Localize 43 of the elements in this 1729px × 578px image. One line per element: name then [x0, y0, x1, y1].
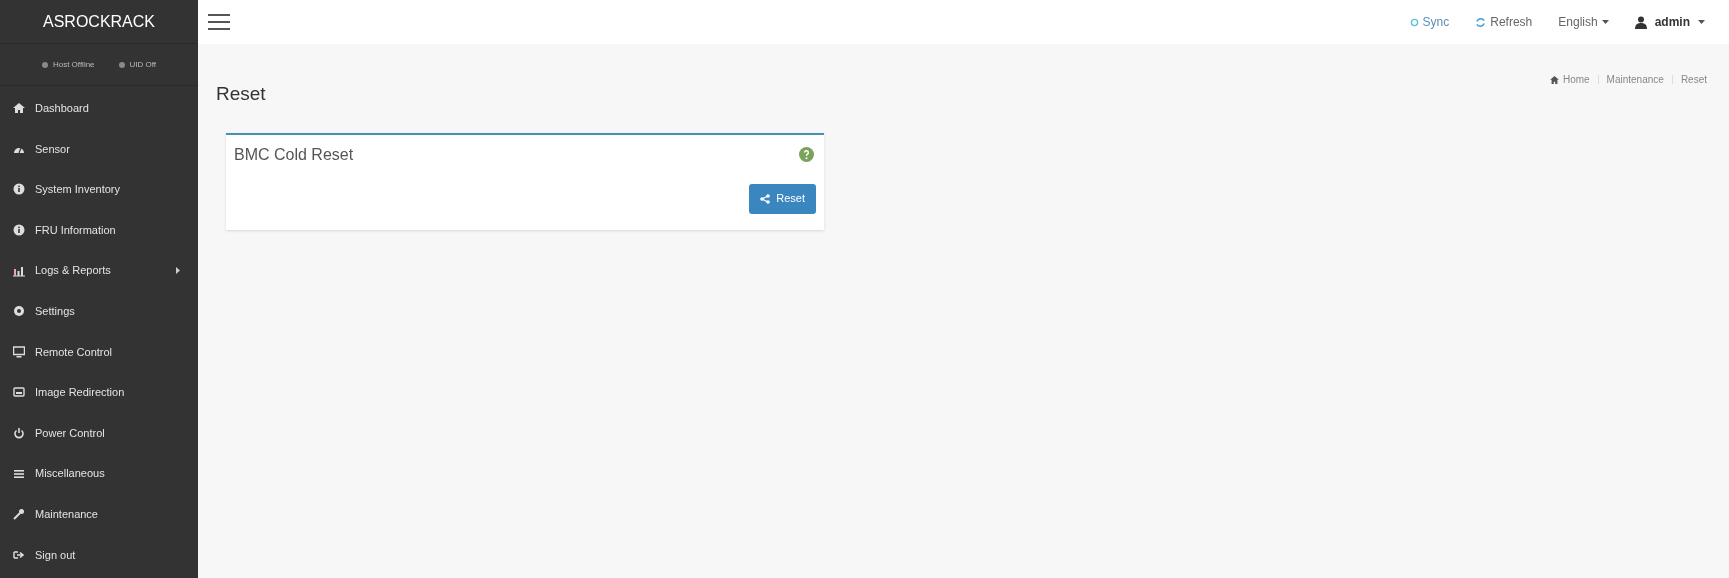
- sidebar-item[interactable]: Remote Control: [0, 331, 198, 373]
- user-dropdown[interactable]: admin: [1634, 13, 1705, 31]
- bar-chart-icon: [13, 264, 25, 277]
- wrench-icon: [13, 508, 25, 521]
- caret-icon: [1698, 20, 1705, 24]
- user-icon: [1634, 15, 1647, 29]
- monitor-icon: [13, 345, 25, 358]
- sidebar-item[interactable]: FRU Information: [0, 209, 198, 251]
- sidebar-item[interactable]: Miscellaneous: [0, 453, 198, 494]
- reset-button[interactable]: Reset: [749, 183, 816, 214]
- list-icon: [13, 467, 25, 480]
- gear-icon: [13, 305, 25, 318]
- current-page-label: Reset: [1680, 73, 1707, 87]
- page-title: Reset: [216, 82, 266, 106]
- refresh-link[interactable]: Refresh: [1475, 13, 1533, 31]
- caret-icon: [1601, 20, 1609, 24]
- sidebar-item[interactable]: Settings: [0, 290, 198, 332]
- power-icon: [13, 427, 25, 440]
- menu-icon[interactable]: [208, 14, 230, 30]
- sidebar-item[interactable]: System Inventory: [0, 169, 198, 210]
- sidebar-item[interactable]: Power Control: [0, 412, 198, 454]
- sidebar-item[interactable]: Dashboard: [0, 88, 198, 129]
- refresh-icon: [1475, 16, 1487, 28]
- home-icon: [1549, 75, 1559, 84]
- sidebar-item[interactable]: Image Redirection: [0, 372, 198, 413]
- info-icon: [13, 183, 25, 196]
- help-icon: [799, 147, 814, 162]
- sync-icon: [1409, 17, 1419, 27]
- sidebar-item[interactable]: Logs & Reports: [0, 250, 198, 291]
- language-dropdown[interactable]: English: [1558, 13, 1609, 31]
- home-icon: [13, 102, 25, 115]
- status-label: Host Offline: [52, 58, 95, 71]
- breadcrumb-link[interactable]: Maintenance: [1606, 72, 1664, 87]
- sync-link[interactable]: Sync: [1409, 13, 1450, 31]
- brand-logo: ASROCKRACK: [43, 11, 155, 32]
- share-icon: [760, 193, 771, 204]
- card-title: BMC Cold Reset: [234, 144, 354, 165]
- sidebar-item[interactable]: Sensor: [0, 128, 198, 170]
- sign-out-icon: [13, 548, 25, 561]
- status-label: UID Off: [129, 58, 157, 71]
- info-icon: [13, 224, 25, 237]
- sidebar-item[interactable]: Maintenance: [0, 493, 198, 535]
- sidebar-item[interactable]: Sign out: [0, 534, 198, 576]
